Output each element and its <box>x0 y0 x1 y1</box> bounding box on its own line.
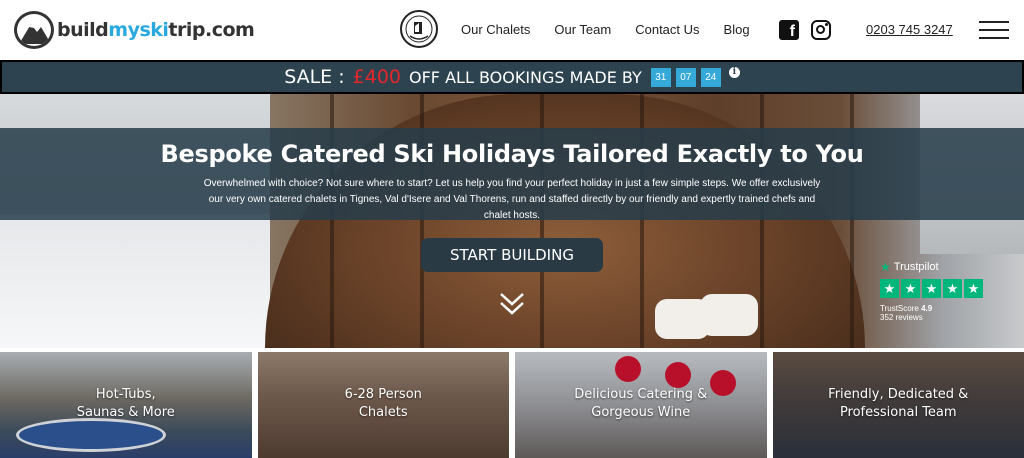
tile-hot-tubs[interactable]: Hot-Tubs, Saunas & More <box>0 352 252 458</box>
star-icon: ★ <box>964 279 983 298</box>
trustpilot-brand: Trustpilot <box>893 261 939 273</box>
tile-label-line1: 6-28 Person <box>344 387 422 402</box>
trustpilot-review-count: 352 reviews <box>880 313 923 322</box>
star-icon: ★ <box>922 279 941 298</box>
social-links: f <box>779 20 831 40</box>
tile-label-line2: Gorgeous Wine <box>591 405 691 420</box>
facebook-icon[interactable]: f <box>779 20 799 40</box>
site-header: buildmyskitrip.com Our Chalets Our Team … <box>0 0 1024 60</box>
sale-prefix: SALE : <box>284 66 345 88</box>
rolled-towel <box>700 294 758 336</box>
nav-contact-us[interactable]: Contact Us <box>635 22 699 37</box>
info-icon[interactable]: i <box>728 66 740 78</box>
star-icon: ★ <box>901 279 920 298</box>
tile-catering[interactable]: Delicious Catering & Gorgeous Wine <box>515 352 767 458</box>
tile-label-line1: Hot-Tubs, <box>95 387 156 402</box>
feature-tiles: Hot-Tubs, Saunas & More 6-28 Person Chal… <box>0 352 1024 458</box>
nav-blog[interactable]: Blog <box>724 22 750 37</box>
sale-date-year: 24 <box>700 67 721 87</box>
hamburger-menu-icon[interactable] <box>979 21 1009 39</box>
trustpilot-rating-stars: ★ ★ ★ ★ ★ <box>880 279 983 298</box>
sale-text: OFF ALL BOOKINGS MADE BY <box>409 67 642 87</box>
nav-our-team[interactable]: Our Team <box>554 22 611 37</box>
sale-date-month: 07 <box>675 67 696 87</box>
tile-label-line1: Friendly, Dedicated & <box>828 387 969 402</box>
hero-subtitle: Overwhelmed with choice? Not sure where … <box>203 178 821 221</box>
main-nav: Our Chalets Our Team Contact Us Blog <box>461 22 750 37</box>
trustpilot-widget[interactable]: ★ Trustpilot ★ ★ ★ ★ ★ TrustScore 4.9 35… <box>880 260 983 322</box>
instagram-icon[interactable] <box>811 20 831 40</box>
tile-label-line2: Saunas & More <box>76 405 175 420</box>
hero-title: Bespoke Catered Ski Holidays Tailored Ex… <box>160 140 864 168</box>
phone-link[interactable]: 0203 745 3247 <box>866 22 953 37</box>
tile-label-line1: Delicious Catering & <box>574 387 708 402</box>
start-building-button[interactable]: START BUILDING <box>421 238 603 272</box>
tile-team[interactable]: Friendly, Dedicated & Professional Team <box>772 352 1024 458</box>
logo-wordmark: buildmyskitrip.com <box>57 19 255 41</box>
trustpilot-score: TrustScore 4.9 <box>880 304 933 313</box>
hero-section: Bespoke Catered Ski Holidays Tailored Ex… <box>0 94 1024 348</box>
tile-chalets[interactable]: 6-28 Person Chalets <box>257 352 509 458</box>
nav-our-chalets[interactable]: Our Chalets <box>461 22 530 37</box>
mountain-logo-icon <box>14 11 54 49</box>
sale-date-day: 31 <box>650 67 671 87</box>
raspberry-dessert-image <box>615 356 641 382</box>
sale-amount: £400 <box>352 66 401 88</box>
hot-tub-image <box>16 418 166 452</box>
star-icon: ★ <box>943 279 962 298</box>
snow-foreground <box>0 214 270 348</box>
star-icon: ★ <box>880 279 899 298</box>
site-logo[interactable]: buildmyskitrip.com <box>14 11 255 49</box>
tile-label-line2: Professional Team <box>839 405 957 420</box>
double-chevron-down-icon[interactable] <box>497 290 527 318</box>
abta-protected-badge-icon <box>400 10 438 48</box>
trustpilot-star-icon: ★ <box>880 260 891 274</box>
sale-banner: SALE : £400 OFF ALL BOOKINGS MADE BY 31 … <box>0 60 1024 94</box>
tile-label-line2: Chalets <box>358 405 408 420</box>
